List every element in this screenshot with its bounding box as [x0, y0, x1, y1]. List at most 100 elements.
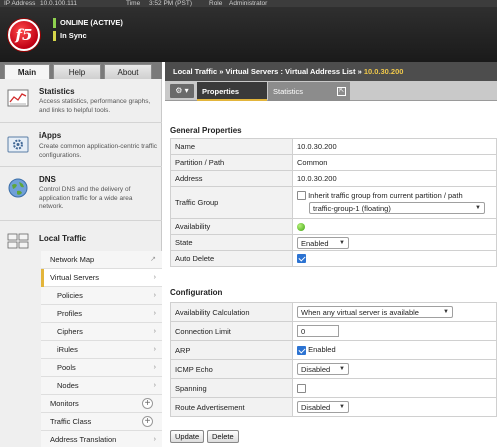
chevron-down-icon: ▼ [339, 404, 345, 410]
chevron-down-icon: ▼ [339, 239, 345, 246]
breadcrumb-current: 10.0.30.200 [363, 67, 404, 76]
row-spanning: Spanning [170, 378, 497, 398]
add-monitor-icon[interactable]: + [142, 398, 153, 409]
status-sync[interactable]: In Sync [60, 31, 87, 40]
inherit-traffic-group-label: Inherit traffic group from current parti… [308, 190, 463, 200]
main-content: Local Traffic » Virtual Servers : Virtua… [165, 62, 497, 447]
tab-properties[interactable]: Properties [197, 82, 267, 101]
nav-item-irules[interactable]: iRules › [41, 341, 162, 359]
availability-status-icon [297, 223, 305, 231]
route-advertisement-select[interactable]: Disabled ▼ [297, 401, 349, 413]
nav-section-title: iApps [39, 131, 62, 140]
nav-item-address-translation[interactable]: Address Translation › [41, 431, 162, 447]
nav-item-network-map[interactable]: Network Map ↗ [41, 251, 162, 269]
chevron-down-icon: ▼ [339, 366, 345, 372]
nav-section-title: Local Traffic [39, 234, 87, 243]
status-online: ONLINE (ACTIVE) [60, 18, 123, 27]
delete-button[interactable]: Delete [207, 430, 239, 443]
partition-value: Common [292, 154, 497, 171]
gear-menu-button[interactable]: ⚙ ▾ [170, 84, 194, 98]
breadcrumb: Local Traffic » Virtual Servers : Virtua… [165, 62, 497, 81]
nav-section-dns[interactable]: DNS Control DNS and the delivery of appl… [0, 167, 162, 221]
iapps-icon [7, 136, 29, 153]
nav-item-policies[interactable]: Policies › [41, 287, 162, 305]
nav-item-profiles[interactable]: Profiles › [41, 305, 162, 323]
row-route-advertisement: Route Advertisement Disabled ▼ [170, 397, 497, 417]
configuration-table: Availability Calculation When any virtua… [170, 302, 497, 417]
online-indicator [53, 17, 56, 28]
auto-delete-checkbox[interactable] [297, 254, 306, 264]
inherit-traffic-group-checkbox[interactable] [297, 191, 306, 201]
connection-limit-input[interactable]: 0 [297, 325, 339, 337]
availability-calculation-select[interactable]: When any virtual server is available ▼ [297, 306, 453, 318]
update-button[interactable]: Update [170, 430, 205, 443]
gear-icon: ⚙ [175, 86, 183, 95]
header-banner: f5 ONLINE (ACTIVE) In Sync [0, 7, 497, 62]
row-name: Name 10.0.30.200 [170, 138, 497, 155]
chevron-right-icon: › [153, 274, 156, 281]
nav-item-monitors[interactable]: Monitors + [41, 395, 162, 413]
tab-about[interactable]: About [104, 64, 152, 79]
chevron-right-icon: › [153, 436, 156, 443]
name-value: 10.0.30.200 [292, 138, 497, 155]
nav-section-desc: Control DNS and the delivery of applicat… [39, 186, 133, 210]
nav-section-iapps[interactable]: iApps Create common application-centric … [0, 123, 162, 167]
nav-item-virtual-servers[interactable]: Virtual Servers › [41, 269, 162, 287]
breadcrumb-root[interactable]: Local Traffic [173, 67, 217, 76]
row-icmp-echo: ICMP Echo Disabled ▼ [170, 359, 497, 379]
tab-main[interactable]: Main [4, 64, 50, 79]
nav-section-title: Statistics [39, 87, 75, 96]
system-info-bar: IP Address 10.0.100.111 Time 3:52 PM (PS… [0, 0, 497, 7]
f5-logo[interactable]: f5 [8, 19, 40, 51]
role-label: Role [209, 0, 223, 7]
sync-indicator [53, 30, 56, 41]
main-navigation: Main Help About Statistics Access statis… [0, 62, 162, 447]
general-properties-heading: General Properties [170, 126, 242, 135]
arp-checkbox[interactable] [297, 345, 306, 355]
nav-item-nodes[interactable]: Nodes › [41, 377, 162, 395]
chevron-right-icon: › [153, 382, 156, 389]
spanning-checkbox[interactable] [297, 383, 306, 393]
chevron-right-icon: › [153, 292, 156, 299]
time-label: Time [126, 0, 141, 7]
nav-section-desc: Access statistics, performance graphs, a… [39, 98, 151, 114]
chevron-down-icon: ▼ [475, 205, 481, 212]
address-value: 10.0.30.200 [292, 170, 497, 187]
chevron-down-icon: ▼ [443, 309, 449, 315]
tab-statistics[interactable]: Statistics ⇱ [268, 82, 350, 101]
icmp-echo-select[interactable]: Disabled ▼ [297, 363, 349, 375]
row-availability-calculation: Availability Calculation When any virtua… [170, 302, 497, 322]
local-traffic-submenu: Network Map ↗ Virtual Servers › Policies › … [41, 251, 162, 447]
nav-item-pools[interactable]: Pools › [41, 359, 162, 377]
general-properties-table: Name 10.0.30.200 Partition / Path Common… [170, 138, 497, 267]
traffic-group-select[interactable]: traffic-group-1 (floating) ▼ [309, 202, 485, 215]
breadcrumb-section[interactable]: Virtual Servers : Virtual Address List [226, 67, 356, 76]
configuration-heading: Configuration [170, 288, 223, 297]
page-tabbar: ⚙ ▾ Properties Statistics ⇱ [165, 81, 497, 101]
time-value: 3:52 PM (PST) [149, 0, 192, 7]
row-partition: Partition / Path Common [170, 154, 497, 171]
ip-label: IP Address [4, 0, 36, 7]
arp-enabled-label: Enabled [308, 345, 336, 355]
external-link-icon: ↗ [150, 256, 156, 263]
ip-value: 10.0.100.111 [40, 0, 77, 7]
add-traffic-class-icon[interactable]: + [142, 416, 153, 427]
role-value: Administrator [229, 0, 268, 7]
nav-item-ciphers[interactable]: Ciphers › [41, 323, 162, 341]
globe-icon [8, 178, 28, 198]
nav-section-statistics[interactable]: Statistics Access statistics, performanc… [0, 79, 162, 123]
nav-item-traffic-class[interactable]: Traffic Class + [41, 413, 162, 431]
state-select[interactable]: Enabled ▼ [297, 236, 349, 249]
row-auto-delete: Auto Delete [170, 250, 497, 267]
nav-section-local-traffic[interactable]: Local Traffic [0, 221, 162, 249]
nav-section-title: DNS [39, 175, 56, 184]
row-address: Address 10.0.30.200 [170, 170, 497, 187]
row-connection-limit: Connection Limit 0 [170, 321, 497, 341]
row-state: State Enabled ▼ [170, 234, 497, 251]
nav-section-desc: Create common application-centric traffi… [39, 143, 158, 159]
nav-tabs: Main Help About [0, 62, 162, 79]
popout-icon[interactable]: ⇱ [337, 87, 346, 96]
row-traffic-group: Traffic Group Inherit traffic group from… [170, 186, 497, 219]
tab-help[interactable]: Help [53, 64, 101, 79]
chevron-right-icon: › [153, 310, 156, 317]
